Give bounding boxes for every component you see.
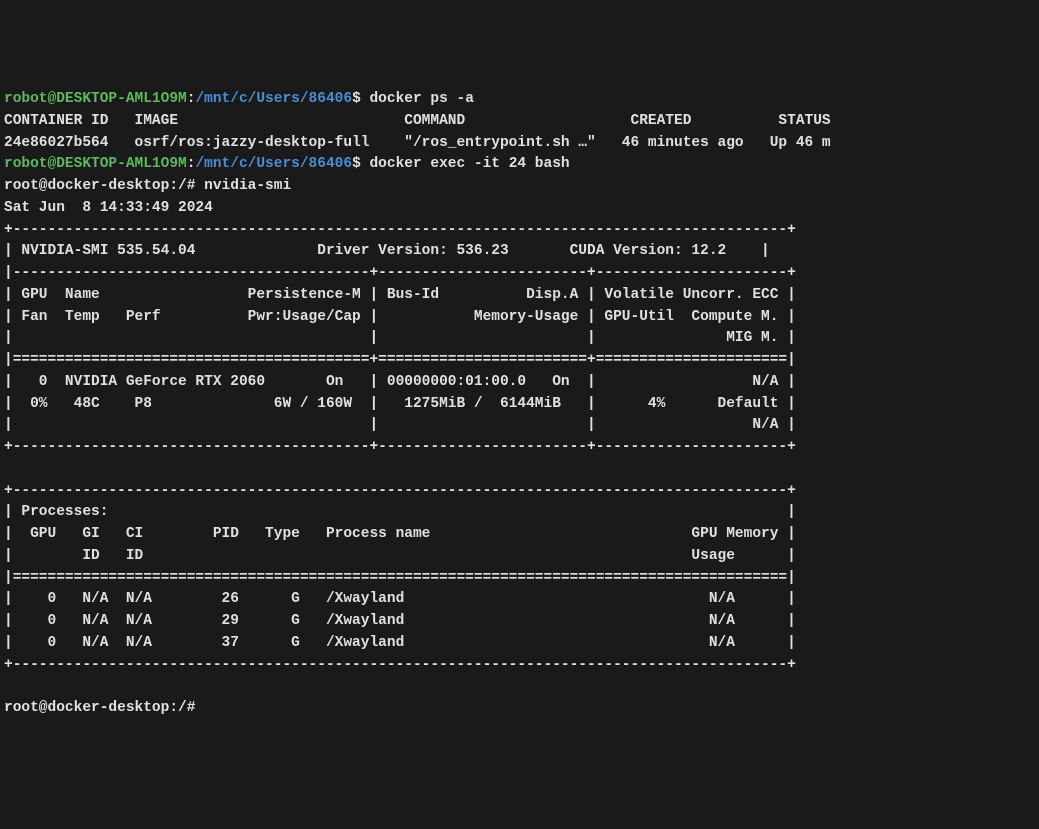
proc-row: | 0 N/A N/A 37 G /Xwayland N/A |: [4, 635, 796, 651]
col-header: | GPU Name Persistence-M | Bus-Id Disp.A…: [4, 287, 796, 303]
prompt-user: robot@DESKTOP-AML1O9M: [4, 91, 187, 107]
date-line: Sat Jun 8 14:33:49 2024: [4, 200, 213, 216]
border: +---------------------------------------…: [4, 439, 796, 455]
proc-row: | 0 N/A N/A 29 G /Xwayland N/A |: [4, 613, 796, 629]
docker-ps-header: CONTAINER ID IMAGE COMMAND CREATED STATU…: [4, 113, 831, 129]
root-prompt[interactable]: root@docker-desktop:/#: [4, 700, 204, 716]
prompt-path: /mnt/c/Users/86406: [195, 91, 352, 107]
sep: |=======================================…: [4, 570, 796, 586]
smi-header: | NVIDIA-SMI 535.54.04 Driver Version: 5…: [4, 243, 770, 259]
docker-ps-row: 24e86027b564 osrf/ros:jazzy-desktop-full…: [4, 135, 831, 151]
sep: |=======================================…: [4, 352, 796, 368]
gpu-row: | 0 NVIDIA GeForce RTX 2060 On | 0000000…: [4, 374, 796, 390]
col-header: | | | MIG M. |: [4, 330, 796, 346]
proc-header: | Processes: |: [4, 504, 796, 520]
command-text: docker exec -it 24 bash: [369, 156, 569, 172]
col-header: | Fan Temp Perf Pwr:Usage/Cap | Memory-U…: [4, 309, 796, 325]
border: +---------------------------------------…: [4, 483, 796, 499]
sep: |---------------------------------------…: [4, 265, 796, 281]
proc-col: | GPU GI CI PID Type Process name GPU Me…: [4, 526, 796, 542]
blank-line: [4, 461, 796, 477]
border: +---------------------------------------…: [4, 657, 796, 673]
command-text: nvidia-smi: [204, 178, 291, 194]
prompt-sigil: $: [352, 91, 361, 107]
command-text: docker ps -a: [369, 91, 473, 107]
terminal-output[interactable]: robot@DESKTOP-AML1O9M:/mnt/c/Users/86406…: [4, 89, 1035, 720]
prompt-sigil: $: [352, 156, 361, 172]
proc-col: | ID ID Usage |: [4, 548, 796, 564]
prompt-path: /mnt/c/Users/86406: [195, 156, 352, 172]
proc-row: | 0 N/A N/A 26 G /Xwayland N/A |: [4, 591, 796, 607]
root-prompt: root@docker-desktop:/#: [4, 178, 195, 194]
prompt-user: robot@DESKTOP-AML1O9M: [4, 156, 187, 172]
border: +---------------------------------------…: [4, 222, 796, 238]
gpu-row: | 0% 48C P8 6W / 160W | 1275MiB / 6144Mi…: [4, 396, 796, 412]
gpu-row: | | | N/A |: [4, 417, 796, 433]
